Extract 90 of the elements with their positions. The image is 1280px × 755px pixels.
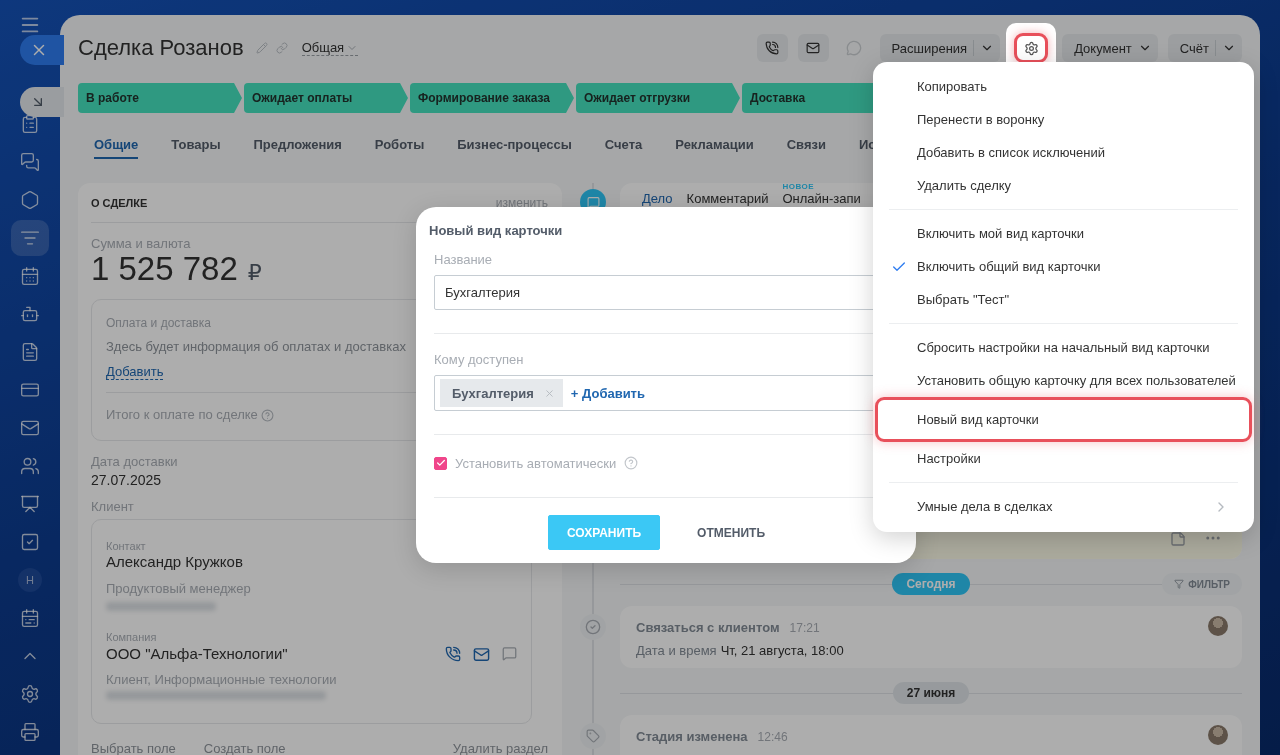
checkbox-icon [20,532,40,552]
add-link[interactable]: Добавить [106,365,164,380]
tab[interactable]: Связи [786,131,826,159]
date-pill: 27 июня [892,682,970,704]
clipboard-icon [20,114,40,134]
menu-item[interactable]: Добавить в список исключений [875,136,1252,169]
stage-step[interactable]: В работе [78,83,242,113]
tab[interactable]: Товары [171,131,221,159]
dropdown-button[interactable]: Документ [1062,34,1158,62]
date-pill: Сегодня [892,573,970,595]
board-icon [20,494,40,514]
sidebar-item[interactable]: Н [11,562,49,598]
split-button[interactable]: Расширения [879,34,1001,62]
split-button[interactable]: Счёт [1167,34,1242,62]
access-tag[interactable]: Бухгалтерия [440,379,563,407]
currency-sign: ₽ [247,260,262,286]
add-link[interactable]: + Добавить [570,385,645,401]
filter-icon [1174,579,1185,589]
users-icon [20,456,40,476]
chat-icon [20,152,40,172]
contact-name[interactable]: Александр Кружков [106,553,243,571]
event-title: Стадия изменена [636,729,748,744]
menu-item[interactable]: Настройки [875,442,1252,475]
field-value: 27.07.2025 [91,472,162,489]
menu-item[interactable]: Новый вид карточки [875,397,1252,442]
call-button[interactable] [756,34,788,62]
stage-step[interactable]: Ожидает оплаты [244,83,408,113]
email-button[interactable] [797,34,829,62]
field-label: Дата доставки [91,455,178,469]
avatar: Н [18,568,42,592]
event-time: 12:46 [757,729,788,744]
mail-icon [806,41,820,55]
field-label: Оплата и доставка [106,316,211,330]
checkbox-label: Установить автоматически [455,455,617,471]
tab[interactable]: Рекламации [675,131,754,159]
field-label: Итого к оплате по сделке [106,408,258,422]
close-button[interactable] [20,35,64,65]
minimize-button[interactable] [20,87,64,117]
event-title: Связаться с клиентом [636,620,780,635]
calendar-icon [20,266,40,286]
tab[interactable]: Общие [94,131,139,159]
tab[interactable]: Бизнес-процессы [457,131,572,159]
printer-icon [20,722,40,742]
field-label: Контакт [106,539,146,553]
field-label: Кому доступен [434,353,524,367]
mail-icon [20,418,40,438]
view-dropdown[interactable]: Общая [301,40,359,56]
settings-icon [20,684,40,704]
menu-item[interactable]: Умные дела в сделках [875,490,1252,523]
amount-value: 1 525 782 [91,251,238,287]
note-icon[interactable] [1170,531,1186,547]
hexagon-icon [20,190,40,210]
field-label: Клиент [91,500,134,514]
info-text: Здесь будет информация об оплатах и доставках [106,340,406,354]
check-icon [580,614,606,640]
dialog-title: Новый вид карточки [429,223,563,239]
robot-icon [20,304,40,324]
settings-button[interactable] [1014,33,1049,63]
mail-icon[interactable] [473,645,490,663]
deal-title: Сделка Розанов [78,35,244,61]
company-name[interactable]: ООО "Альфа-Технологии" [106,645,288,663]
tag-icon [580,723,606,749]
cancel-button[interactable]: ОТМЕНИТЬ [678,515,784,550]
stage-step[interactable]: Ожидает отгрузки [576,83,740,113]
tab[interactable]: Роботы [374,131,425,159]
menu-item[interactable]: Удалить сделку [875,169,1252,202]
tab[interactable]: Счета [604,131,643,159]
calendar-icon [20,608,40,628]
field-label: Название [434,253,493,267]
field-label: Компания [106,630,157,644]
menu-item[interactable]: Включить мой вид карточки [875,217,1252,250]
section-title: О СДЕЛКЕ [91,196,148,209]
call-icon[interactable] [445,645,461,662]
detail-label: Дата и время [636,643,717,658]
tab[interactable]: Предложения [253,131,342,159]
company-info: Клиент, Информационные технологии [106,673,337,687]
stage-step[interactable]: Формирование заказа [410,83,574,113]
avatar [1208,725,1228,745]
menu-item[interactable]: Сбросить настройки на начальный вид карточки [875,331,1252,364]
avatar [1208,616,1228,636]
composer-tab[interactable]: Дело [642,191,673,206]
phone-icon [765,41,779,55]
settings-icon [1023,40,1039,56]
detail-value: Чт, 21 августа, 18:00 [720,643,844,658]
contact-role: Продуктовый менеджер [106,582,251,596]
new-label: НОВОЕ [782,183,815,191]
composer-tab[interactable]: Комментарий [686,191,769,206]
auto-checkbox[interactable] [434,456,447,470]
document-icon [20,342,40,362]
event-time: 17:21 [789,620,820,635]
